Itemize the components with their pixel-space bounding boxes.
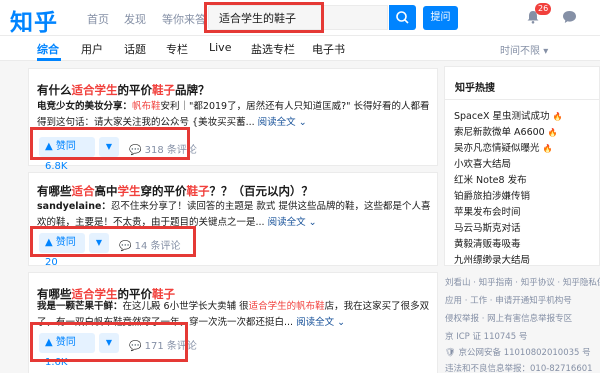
hot-search-title: 知乎热搜 xyxy=(455,83,495,94)
message-icon[interactable] xyxy=(562,10,577,24)
active-tab-indicator xyxy=(37,58,61,61)
annotation-box-result-1 xyxy=(30,127,190,160)
tab-all[interactable]: 综合 xyxy=(37,41,59,57)
police-badge-icon: 🛡 xyxy=(445,348,456,358)
ask-button[interactable]: 提问 xyxy=(423,6,458,30)
read-more-link[interactable]: 阅读全文 ⌄ xyxy=(296,317,345,328)
police-record: 🛡 京公网安备 11010802010035 号 xyxy=(445,348,591,358)
hot-search-item[interactable]: 红米 Note8 发布 xyxy=(454,172,527,186)
footer-links[interactable]: 侵权举报 · 网上有害信息举报专区 xyxy=(445,312,572,324)
annotation-box-result-2 xyxy=(30,226,196,257)
hot-search-item[interactable]: 苹果发布会时间 xyxy=(454,204,521,218)
fire-icon: 🔥 xyxy=(547,128,558,137)
question-title[interactable]: 有哪些适合高中学生穿的平价鞋子？？（百元以内）？ xyxy=(37,183,313,199)
read-more-link[interactable]: 阅读全文 ⌄ xyxy=(268,217,317,228)
hot-search-item[interactable]: 马云马斯克对话 xyxy=(454,220,521,234)
nav-discover[interactable]: 发现 xyxy=(124,11,146,27)
nav-home[interactable]: 首页 xyxy=(87,11,109,27)
search-tabs: 综合 用户 话题 专栏 Live 盐选专栏 电子书 时间不限 ▾ xyxy=(0,36,600,61)
hot-search-item[interactable]: 黄毅清贩毒吸毒 xyxy=(454,236,521,250)
notification-badge: 26 xyxy=(535,3,552,15)
read-more-link[interactable]: 阅读全文 ⌄ xyxy=(258,117,307,128)
icp-license: 京 ICP 证 110745 号 xyxy=(445,332,528,342)
time-filter-label: 时间不限 xyxy=(500,46,540,57)
hot-search-item[interactable]: 索尼新款微单 A6600 🔥 xyxy=(454,124,558,138)
fire-icon: 🔥 xyxy=(542,144,553,153)
report-hotline: 违法和不良信息举报：010-82716601 xyxy=(445,364,593,373)
search-button[interactable] xyxy=(389,5,416,30)
footer-links[interactable]: 应用 · 工作 · 申请开通知乎机构号 xyxy=(445,294,572,306)
tab-salt-columns[interactable]: 盐选专栏 xyxy=(251,41,295,57)
hot-search-panel: 知乎热搜 SpaceX 星虫测试成功 🔥 索尼新款微单 A6600 🔥 吴亦凡恋… xyxy=(444,66,600,266)
hot-search-item[interactable]: 小欢喜大结局 xyxy=(454,156,511,170)
nav-waiting-answer[interactable]: 等你来答 xyxy=(162,11,206,27)
hot-search-item[interactable]: 铂爵旅拍涉嫌传销 xyxy=(454,188,530,202)
hot-search-item[interactable]: SpaceX 星虫测试成功 🔥 xyxy=(454,108,562,122)
question-title[interactable]: 有什么适合学生的平价鞋子品牌？ xyxy=(37,82,210,98)
tab-columns[interactable]: 专栏 xyxy=(166,41,188,57)
chevron-down-icon: ▾ xyxy=(543,46,549,57)
footer-links[interactable]: 刘看山 · 知乎指南 · 知乎协议 · 知乎隐私保护 xyxy=(445,276,600,288)
tab-live[interactable]: Live xyxy=(209,41,231,54)
time-filter-dropdown[interactable]: 时间不限 ▾ xyxy=(500,42,548,57)
hot-search-item[interactable]: 吴亦凡恋情疑似曝光 🔥 xyxy=(454,140,553,154)
fire-icon: 🔥 xyxy=(552,112,563,121)
search-icon xyxy=(396,11,409,24)
divider xyxy=(445,99,600,100)
tab-topics[interactable]: 话题 xyxy=(124,41,146,57)
tab-ebooks[interactable]: 电子书 xyxy=(312,41,345,57)
tab-users[interactable]: 用户 xyxy=(81,41,103,57)
hot-search-item[interactable]: 九州缥缈录大结局 xyxy=(454,252,530,266)
annotation-box-search xyxy=(204,2,324,33)
annotation-box-result-3 xyxy=(30,322,188,362)
zhihu-logo[interactable]: 知乎 xyxy=(10,3,58,37)
